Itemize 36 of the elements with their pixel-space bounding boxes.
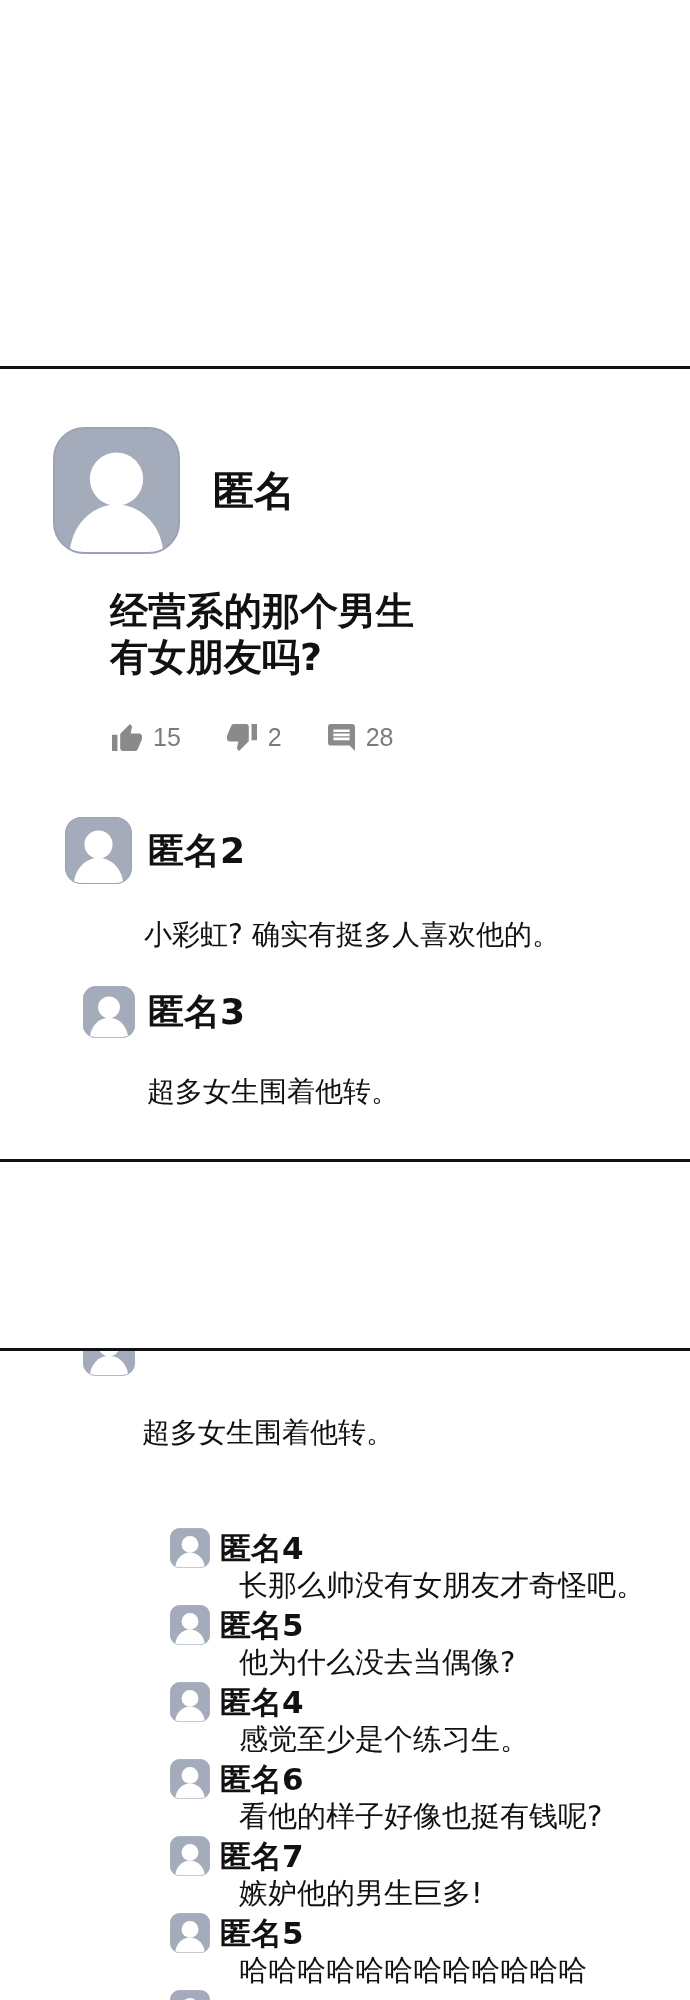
post-title: 经营系的那个男生: [110, 588, 414, 634]
reply-author: 匿名5: [220, 1607, 304, 1644]
reply-text: 感觉至少是个练习生。: [239, 1722, 529, 1756]
reply-text: 他为什么没去当偶像?: [239, 1645, 516, 1679]
comment-text: 超多女生围着他转。: [142, 1414, 394, 1451]
commenter-name: 匿名3: [148, 991, 246, 1033]
comment-text: 小彩虹? 确实有挺多人喜欢他的。: [144, 917, 560, 953]
thumbs-up-icon[interactable]: [112, 723, 142, 751]
avatar-icon: [83, 986, 135, 1038]
reply-text: 嫉妒他的男生巨多!: [239, 1876, 483, 1910]
comment-count: 28: [365, 722, 394, 752]
dislike-count: 2: [267, 722, 282, 752]
commenter-name: 匿名2: [148, 829, 246, 872]
avatar-icon: [170, 1913, 210, 1954]
avatar-icon: [170, 1759, 210, 1800]
post-title: 有女朋友吗?: [110, 634, 323, 680]
reply-text: 哈哈哈哈哈哈哈哈哈哈哈哈: [239, 1953, 587, 1987]
comment-icon[interactable]: [327, 723, 355, 751]
thumbs-down-icon[interactable]: [226, 723, 257, 751]
avatar-icon: [83, 1351, 135, 1376]
reply-text: 长那么帅没有女朋友才奇怪吧。: [239, 1568, 645, 1602]
avatar-icon: [170, 1682, 210, 1723]
comment-text: 超多女生围着他转。: [147, 1074, 399, 1110]
reply-author: 匿名4: [220, 1530, 304, 1567]
reply-author: 匿名5: [220, 1915, 304, 1952]
reply-text: 看他的样子好像也挺有钱呢?: [239, 1799, 603, 1833]
avatar-icon: [65, 817, 132, 884]
reply-author: 匿名6: [220, 1761, 304, 1798]
reply-author: 匿名4: [220, 1684, 304, 1721]
author-name: 匿名: [213, 466, 295, 515]
like-count: 15: [153, 722, 181, 752]
reply-author: 匿名7: [220, 1838, 304, 1875]
avatar-icon: [170, 1605, 210, 1646]
avatar-icon: [170, 1836, 210, 1877]
avatar-icon: [53, 427, 180, 554]
avatar-icon: [170, 1528, 210, 1569]
